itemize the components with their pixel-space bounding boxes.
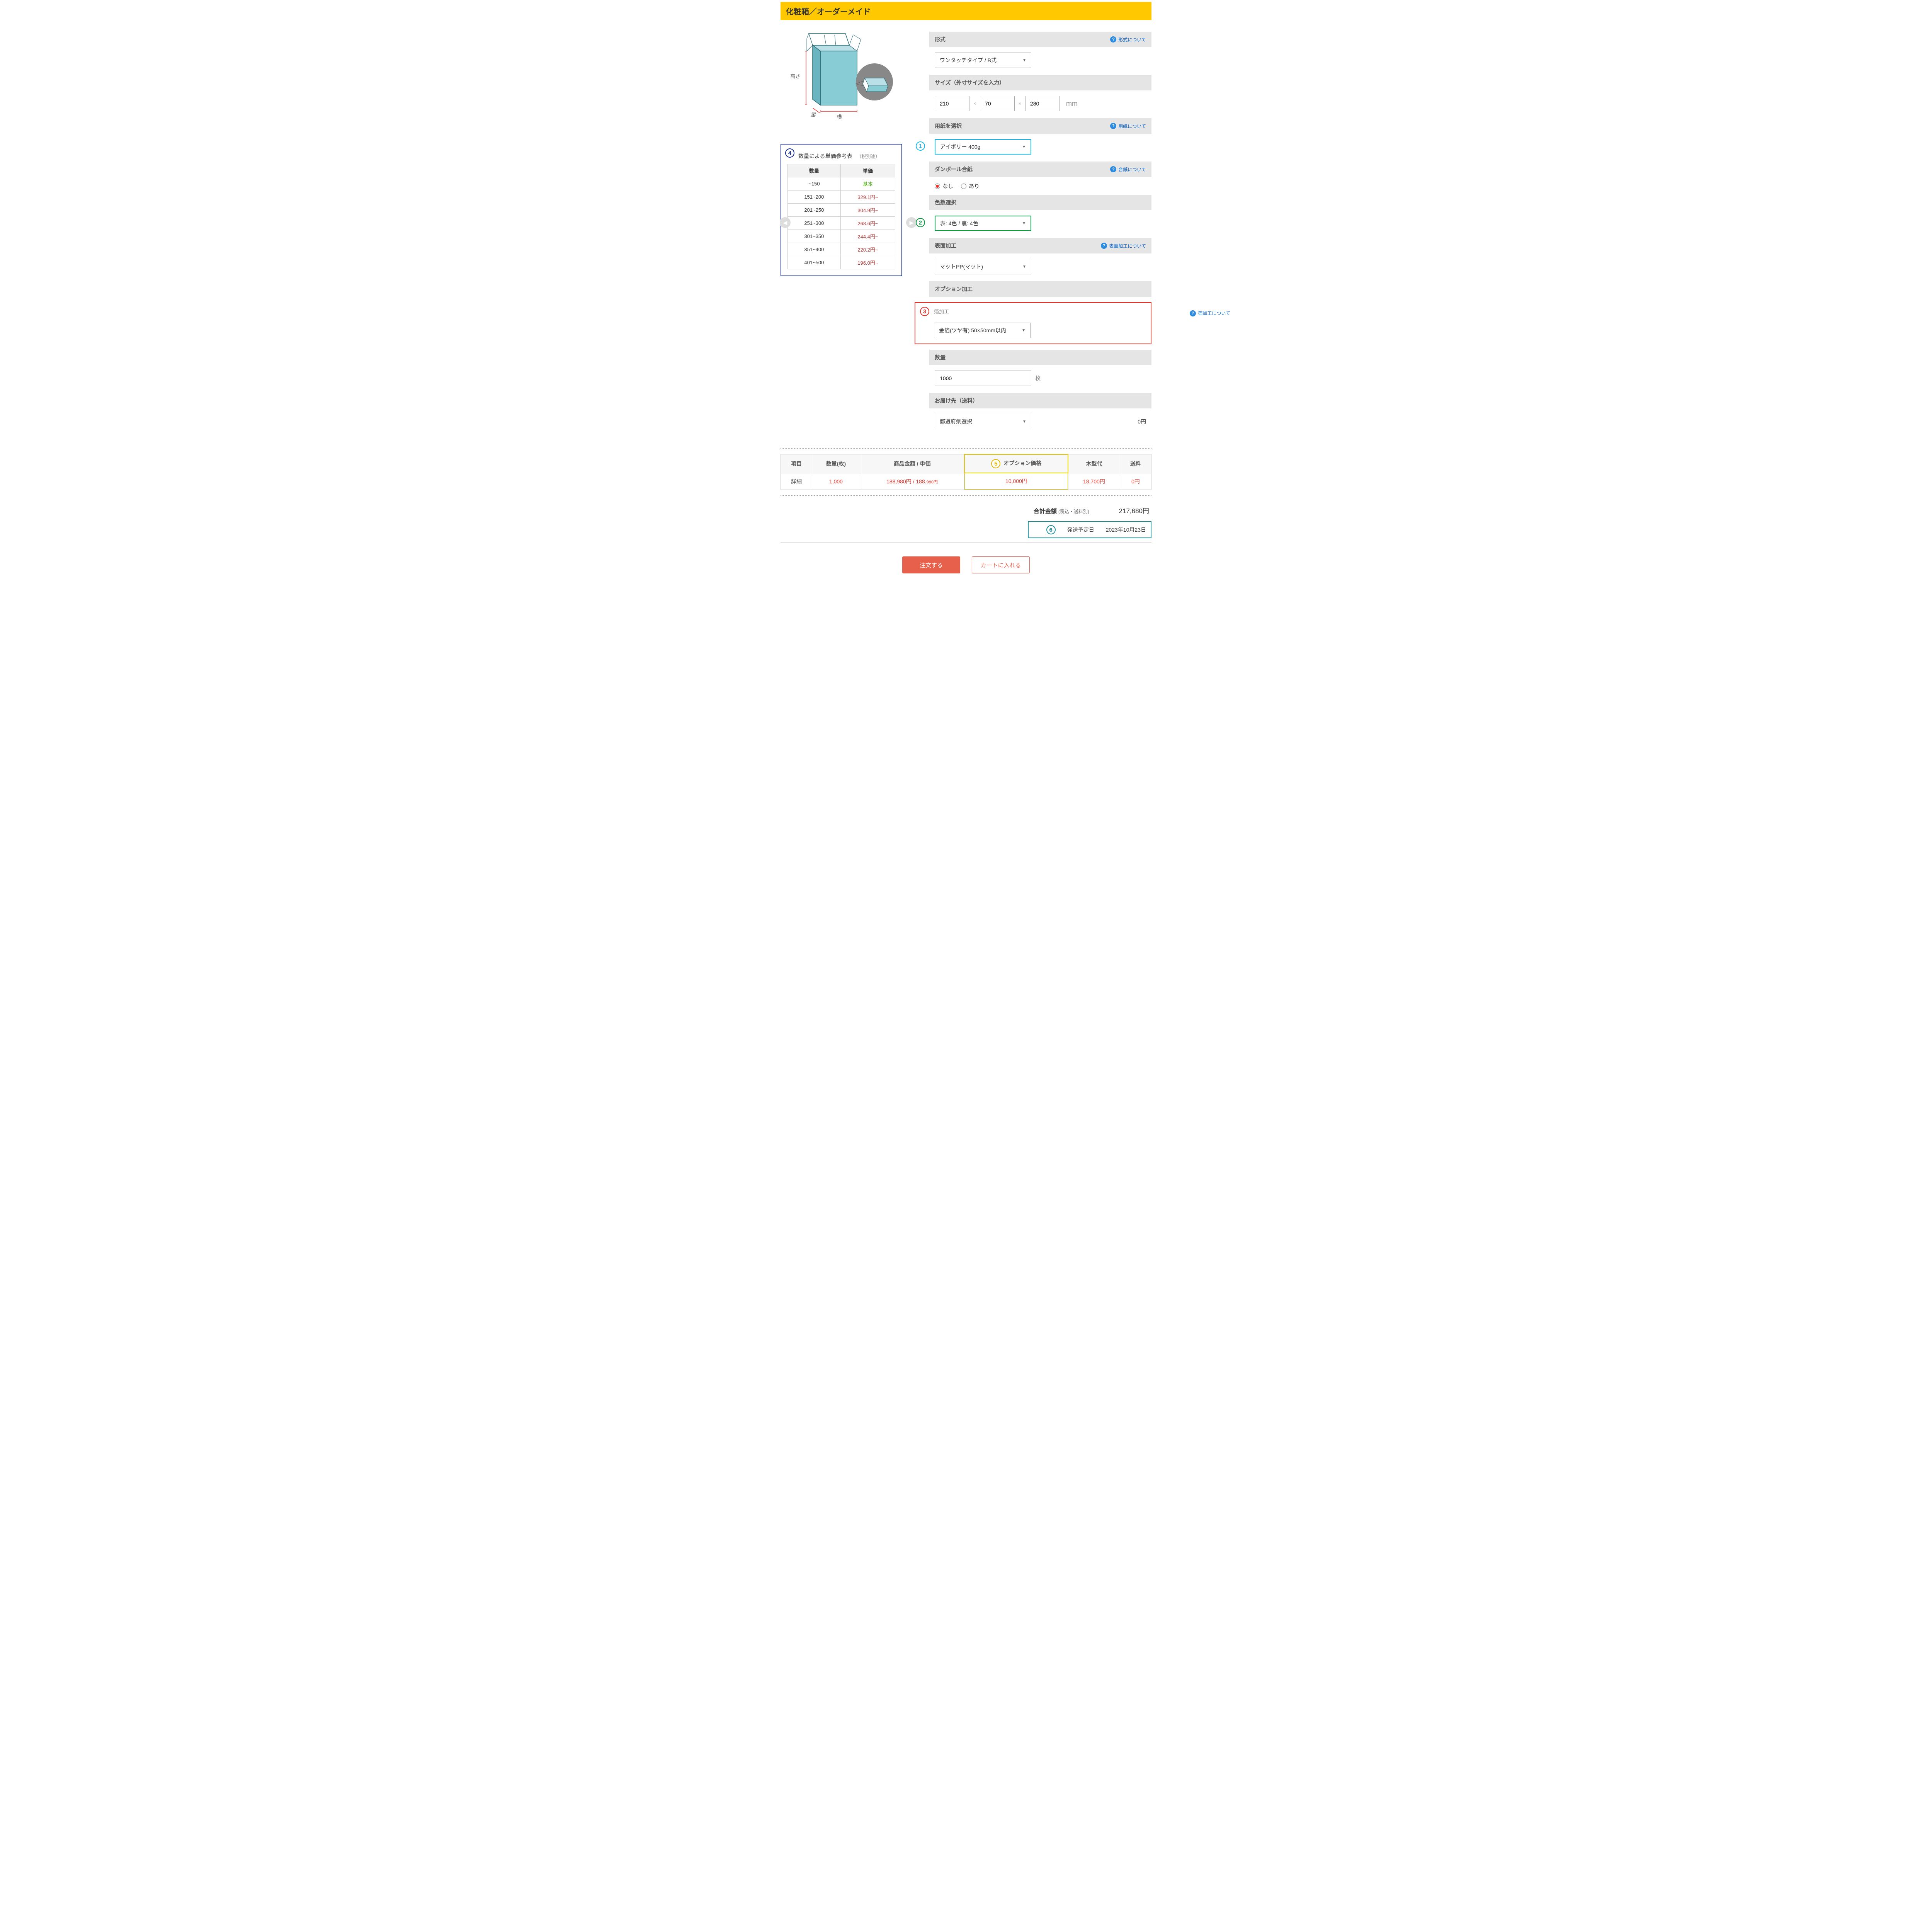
format-select[interactable]: ワンタッチタイプ / B式▼	[935, 53, 1031, 68]
price-ref-title: 数量による単価参考表	[798, 153, 852, 159]
help-foil[interactable]: ?箔加工について	[1190, 310, 1230, 316]
ship-select[interactable]: 都道府県選択▼	[935, 414, 1031, 429]
price-reference-box: 4 数量による単価参考表 （税別途） 数量 単価 ~150基本151~20032…	[781, 144, 902, 276]
laminate-radio-yes[interactable]: あり	[961, 182, 980, 190]
cart-button[interactable]: カートに入れる	[972, 556, 1030, 573]
foil-select[interactable]: 金箔(ツヤ有) 50×50mm以内▼	[934, 323, 1031, 338]
size-height-input[interactable]	[1025, 96, 1060, 111]
dim-label-height: 高さ	[791, 72, 801, 80]
section-ship: お届け先（送料）	[929, 393, 1151, 408]
page-title: 化粧箱／オーダーメイド	[786, 5, 1146, 17]
carousel-next[interactable]: ▶	[906, 217, 917, 228]
qty-input[interactable]	[935, 371, 1031, 386]
help-format[interactable]: ?形式について	[1110, 36, 1146, 43]
size-width-input[interactable]	[935, 96, 969, 111]
callout-6: 6	[1046, 525, 1056, 534]
foil-box: 3 箔加工 ?箔加工について 金箔(ツヤ有) 50×50mm以内▼	[915, 302, 1151, 344]
dim-label-width: 横	[837, 113, 842, 120]
order-button[interactable]: 注文する	[902, 556, 960, 573]
total-amount: 217,680円	[1099, 505, 1149, 515]
colors-select[interactable]: 表: 4色 / 裏: 4色▼	[935, 216, 1031, 231]
section-option: オプション加工	[929, 281, 1151, 297]
callout-3: 3	[920, 307, 929, 316]
callout-4: 4	[785, 148, 794, 158]
summary-table: 項目 数量(枚) 商品金額 / 単価 5 オプション価格 木型代 送料 詳細 1…	[781, 454, 1151, 490]
callout-5: 5	[991, 459, 1000, 468]
help-paper[interactable]: ?用紙について	[1110, 123, 1146, 129]
callout-1: 1	[916, 141, 925, 151]
price-ref-tax: （税別途）	[857, 154, 880, 159]
box-illustration: 高さ 縦 横	[787, 32, 896, 121]
carousel-prev[interactable]: ◀	[780, 217, 791, 228]
ship-date-box: 6 発送予定日 2023年10月23日	[1028, 521, 1151, 538]
section-paper: 用紙を選択 ?用紙について	[929, 118, 1151, 134]
section-surface: 表面加工 ?表面加工について	[929, 238, 1151, 253]
laminate-radio-none[interactable]: なし	[935, 182, 953, 190]
paper-select[interactable]: アイボリー 400g▼	[935, 139, 1031, 155]
section-colors: 色数選択	[929, 195, 1151, 210]
section-format: 形式 ?形式について	[929, 32, 1151, 47]
summary-row: 詳細 1,000 188,980円 / 188.980円 10,000円 18,…	[781, 473, 1151, 490]
section-laminate: ダンボール合紙 ?合紙について	[929, 162, 1151, 177]
price-th-unit: 単価	[840, 164, 895, 177]
page-title-bar: 化粧箱／オーダーメイド	[781, 2, 1151, 20]
size-depth-input[interactable]	[980, 96, 1015, 111]
surface-select[interactable]: マットPP(マット)▼	[935, 259, 1031, 274]
ship-amount: 0円	[1138, 418, 1146, 425]
section-qty: 数量	[929, 350, 1151, 365]
help-laminate[interactable]: ?合紙について	[1110, 166, 1146, 173]
dim-label-depth: 縦	[811, 111, 816, 118]
price-th-qty: 数量	[788, 164, 841, 177]
help-surface[interactable]: ?表面加工について	[1101, 243, 1146, 249]
section-size: サイズ（外寸サイズを入力）	[929, 75, 1151, 90]
totals: 合計金額 (税込・送料別) 217,680円 6 発送予定日 2023年10月2…	[781, 502, 1151, 543]
ship-date: 2023年10月23日	[1106, 526, 1146, 534]
callout-2: 2	[916, 218, 925, 227]
price-reference-table: 数量 単価 ~150基本151~200329.1円~201~250304.9円~…	[787, 164, 895, 269]
